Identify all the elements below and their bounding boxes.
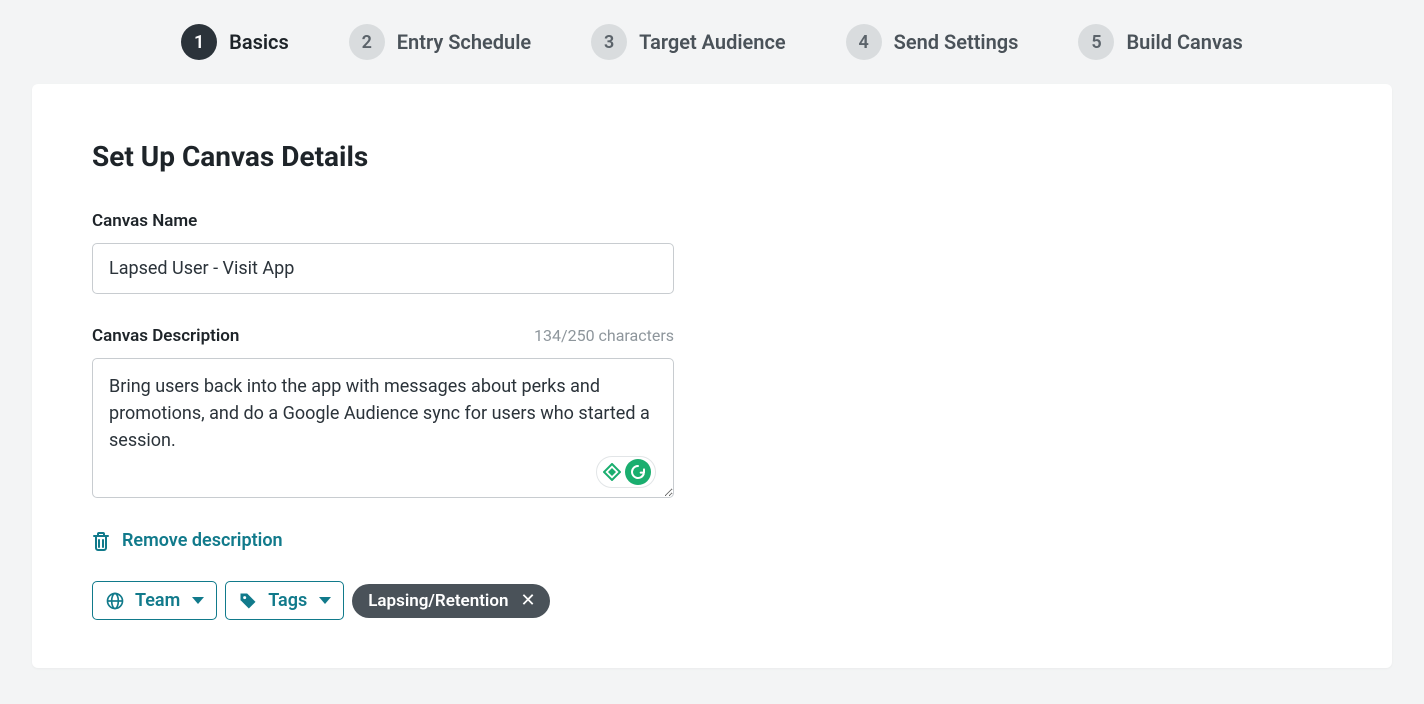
grammarly-widget[interactable]: [596, 456, 656, 488]
remove-description-button[interactable]: Remove description: [92, 530, 1332, 551]
step-number-2: 2: [349, 24, 385, 60]
team-dropdown-label: Team: [135, 590, 180, 611]
canvas-description-textarea[interactable]: [92, 358, 674, 498]
remove-description-label: Remove description: [122, 530, 283, 551]
chips-row: Team Tags Lapsing/Retention ✕: [92, 581, 1332, 620]
step-number-5: 5: [1078, 24, 1114, 60]
step-label-entry-schedule: Entry Schedule: [397, 30, 531, 54]
canvas-name-label: Canvas Name: [92, 211, 1332, 231]
tags-dropdown[interactable]: Tags: [225, 581, 344, 620]
wizard-stepper: 1 Basics 2 Entry Schedule 3 Target Audie…: [0, 0, 1424, 84]
step-number-1: 1: [181, 24, 217, 60]
step-build-canvas[interactable]: 5 Build Canvas: [1078, 24, 1242, 60]
grammarly-g-icon: [625, 459, 651, 485]
canvas-details-panel: Set Up Canvas Details Canvas Name Canvas…: [32, 84, 1392, 668]
step-label-build-canvas: Build Canvas: [1126, 30, 1242, 54]
team-dropdown[interactable]: Team: [92, 581, 217, 620]
canvas-description-label: Canvas Description: [92, 326, 239, 346]
trash-icon: [92, 531, 110, 551]
step-send-settings[interactable]: 4 Send Settings: [846, 24, 1019, 60]
tag-icon: [238, 591, 258, 611]
step-entry-schedule[interactable]: 2 Entry Schedule: [349, 24, 531, 60]
remove-tag-button[interactable]: ✕: [520, 592, 535, 610]
step-label-target-audience: Target Audience: [639, 30, 785, 54]
chevron-down-icon: [319, 597, 331, 604]
canvas-name-input[interactable]: [92, 243, 674, 294]
tag-chip-label: Lapsing/Retention: [368, 591, 508, 611]
page-title: Set Up Canvas Details: [92, 140, 1332, 173]
tags-dropdown-label: Tags: [268, 590, 307, 611]
step-basics[interactable]: 1 Basics: [181, 24, 289, 60]
step-label-basics: Basics: [229, 30, 289, 54]
globe-icon: [105, 591, 125, 611]
grammarly-diamond-icon: [603, 463, 621, 481]
character-count: 134/250 characters: [534, 326, 674, 345]
step-number-3: 3: [591, 24, 627, 60]
step-label-send-settings: Send Settings: [894, 30, 1019, 54]
step-number-4: 4: [846, 24, 882, 60]
tag-chip-lapsing-retention: Lapsing/Retention ✕: [352, 584, 549, 618]
chevron-down-icon: [192, 597, 204, 604]
step-target-audience[interactable]: 3 Target Audience: [591, 24, 785, 60]
